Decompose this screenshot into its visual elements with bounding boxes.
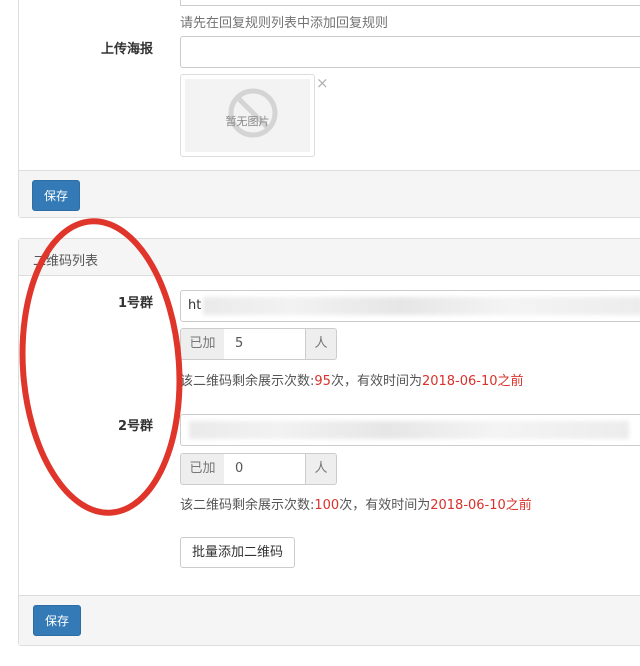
poster-upload-input[interactable]: [180, 36, 640, 68]
group-1-label: 1号群: [117, 296, 153, 311]
group-2-count-input[interactable]: 0: [224, 453, 306, 485]
poster-panel-footer: [19, 170, 640, 217]
poster-label: 上传海报: [100, 42, 153, 57]
group-2-added-addon: 已加: [180, 453, 225, 485]
save-button[interactable]: 保存: [32, 180, 81, 211]
group-1-url-redacted: [203, 297, 640, 315]
group-2-people-addon: 人: [305, 453, 337, 485]
page: 请先在回复规则列表中添加回复规则 上传海报 暂无图片 × 保存 二维码列表 1号…: [0, 0, 640, 666]
batch-add-qr-button[interactable]: 批量添加二维码: [180, 537, 296, 568]
group-1-people-addon: 人: [305, 328, 337, 360]
group-2-info: 该二维码剩余展示次数:100次，有效时间为2018-06-10之前: [180, 494, 532, 513]
close-icon[interactable]: ×: [316, 74, 329, 92]
save-button-2[interactable]: 保存: [33, 605, 82, 636]
qr-panel-header: [19, 239, 640, 276]
qr-panel-title: 二维码列表: [33, 254, 99, 269]
group-2-info-middle: 次，有效时间为: [339, 498, 431, 513]
group-1-url-input[interactable]: ht: [180, 290, 640, 322]
group-1-info-prefix: 该二维码剩余展示次数:: [180, 374, 315, 389]
group-2-expire-date: 2018-06-10之前: [430, 498, 532, 513]
group-1-url-prefix: ht: [188, 298, 202, 313]
reply-rule-input[interactable]: [180, 0, 640, 6]
group-1-added-addon: 已加: [180, 328, 225, 360]
no-image-text: 暂无图片: [225, 115, 270, 128]
group-2-info-prefix: 该二维码剩余展示次数:: [180, 498, 315, 513]
group-2-url-redacted: [189, 421, 629, 439]
group-1-remaining-count: 95: [314, 374, 331, 389]
poster-thumbnail: 暂无图片: [180, 74, 315, 157]
group-2-remaining-count: 100: [314, 498, 340, 513]
group-2-url-input[interactable]: [180, 414, 640, 446]
group-1-info: 该二维码剩余展示次数:95次，有效时间为2018-06-10之前: [180, 370, 524, 389]
group-1-expire-date: 2018-06-10之前: [421, 374, 524, 389]
reply-rule-hint: 请先在回复规则列表中添加回复规则: [180, 16, 389, 31]
group-1-count-input[interactable]: 5: [224, 328, 306, 360]
qr-panel-footer: [19, 595, 640, 645]
group-2-label: 2号群: [117, 419, 153, 434]
group-1-info-middle: 次，有效时间为: [330, 374, 422, 389]
